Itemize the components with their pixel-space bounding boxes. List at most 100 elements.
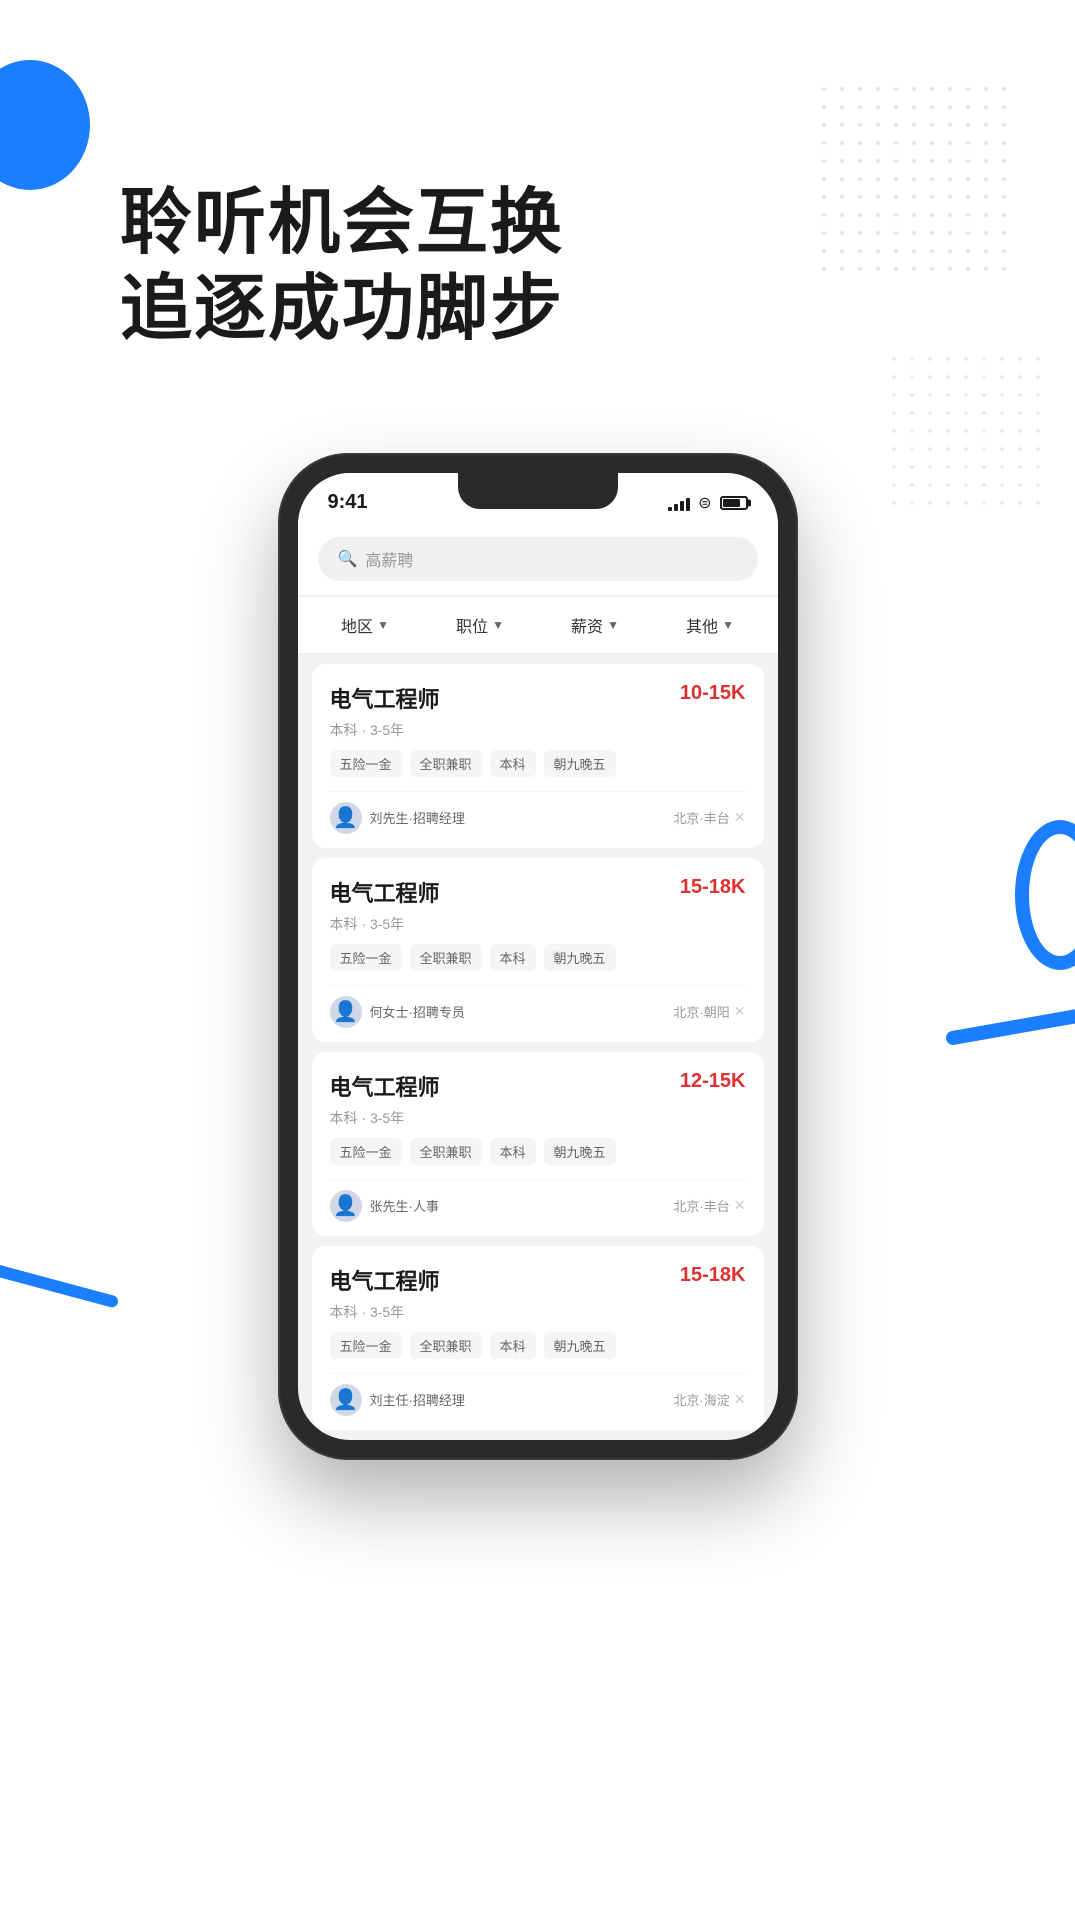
filter-region[interactable]: 地区 ▼ xyxy=(341,613,389,637)
search-bar[interactable]: 🔍 高薪聘 xyxy=(318,537,758,581)
tag-degree: 本科 xyxy=(490,750,536,777)
job-card-3-meta: 本科 · 3-5年 xyxy=(330,1108,746,1128)
job-card-2-salary: 15-18K xyxy=(680,876,746,899)
job-card-1-meta: 本科 · 3-5年 xyxy=(330,720,746,740)
tag-degree-4: 本科 xyxy=(490,1332,536,1359)
recruiter-avatar-2: 👤 xyxy=(330,996,362,1028)
close-icon-4[interactable]: ✕ xyxy=(734,1391,746,1408)
search-placeholder: 高薪聘 xyxy=(365,547,413,571)
job-card-3-title: 电气工程师 xyxy=(330,1070,440,1102)
tag-fulltime-3: 全职兼职 xyxy=(410,1138,482,1165)
filter-region-arrow: ▼ xyxy=(377,618,389,632)
battery-fill xyxy=(723,499,741,507)
job-card-3-recruiter: 👤 张先生·人事 xyxy=(330,1190,439,1222)
search-bar-area: 🔍 高薪聘 xyxy=(298,523,778,595)
tag-degree-2: 本科 xyxy=(490,944,536,971)
job-card-4-recruiter: 👤 刘主任·招聘经理 xyxy=(330,1384,465,1416)
filter-other[interactable]: 其他 ▼ xyxy=(686,613,734,637)
filter-position-arrow: ▼ xyxy=(492,618,504,632)
job-card-4-footer: 👤 刘主任·招聘经理 北京·海淀 ✕ xyxy=(330,1373,746,1416)
tag-insurance-4: 五险一金 xyxy=(330,1332,402,1359)
jobs-list: 电气工程师 10-15K 本科 · 3-5年 五险一金 全职兼职 本科 朝九晚五… xyxy=(298,654,778,1440)
recruiter-avatar-3: 👤 xyxy=(330,1190,362,1222)
job-card-1[interactable]: 电气工程师 10-15K 本科 · 3-5年 五险一金 全职兼职 本科 朝九晚五… xyxy=(312,664,764,848)
job-card-2-meta: 本科 · 3-5年 xyxy=(330,914,746,934)
job-card-2-header: 电气工程师 15-18K xyxy=(330,876,746,908)
tag-hours-2: 朝九晚五 xyxy=(544,944,616,971)
filter-bar: 地区 ▼ 职位 ▼ 薪资 ▼ 其他 ▼ xyxy=(298,597,778,654)
job-card-4-meta: 本科 · 3-5年 xyxy=(330,1302,746,1322)
avatar-figure-3: 👤 xyxy=(333,1193,358,1218)
status-icons: ⊜ xyxy=(668,493,747,513)
tag-hours: 朝九晚五 xyxy=(544,750,616,777)
avatar-figure-4: 👤 xyxy=(333,1387,358,1412)
job-card-3-footer: 👤 张先生·人事 北京·丰台 ✕ xyxy=(330,1179,746,1222)
tag-hours-3: 朝九晚五 xyxy=(544,1138,616,1165)
tag-hours-4: 朝九晚五 xyxy=(544,1332,616,1359)
filter-other-label: 其他 xyxy=(686,613,718,637)
search-icon: 🔍 xyxy=(338,549,358,569)
location-text-2: 北京·朝阳 xyxy=(673,1002,729,1021)
job-card-1-footer: 👤 刘先生·招聘经理 北京·丰台 ✕ xyxy=(330,791,746,834)
job-card-1-header: 电气工程师 10-15K xyxy=(330,682,746,714)
hero-title-line2: 追逐成功脚步 xyxy=(120,266,995,352)
battery-icon xyxy=(720,496,748,510)
recruiter-name-4: 刘主任·招聘经理 xyxy=(370,1390,465,1409)
job-card-3-location: 北京·丰台 ✕ xyxy=(673,1196,745,1215)
recruiter-avatar-1: 👤 xyxy=(330,802,362,834)
filter-salary-label: 薪资 xyxy=(571,613,603,637)
filter-region-label: 地区 xyxy=(341,613,373,637)
job-card-1-title: 电气工程师 xyxy=(330,682,440,714)
tag-fulltime-2: 全职兼职 xyxy=(410,944,482,971)
job-card-1-recruiter: 👤 刘先生·招聘经理 xyxy=(330,802,465,834)
phone-container: 9:41 ⊜ 🔍 高薪 xyxy=(0,453,1075,1460)
tag-insurance: 五险一金 xyxy=(330,750,402,777)
job-card-4-header: 电气工程师 15-18K xyxy=(330,1264,746,1296)
filter-position-label: 职位 xyxy=(456,613,488,637)
job-card-2-footer: 👤 何女士·招聘专员 北京·朝阳 ✕ xyxy=(330,985,746,1028)
job-card-1-tags: 五险一金 全职兼职 本科 朝九晚五 xyxy=(330,750,746,777)
location-text-3: 北京·丰台 xyxy=(673,1196,729,1215)
phone-frame: 9:41 ⊜ 🔍 高薪 xyxy=(278,453,798,1460)
filter-salary-arrow: ▼ xyxy=(607,618,619,632)
job-card-4-title: 电气工程师 xyxy=(330,1264,440,1296)
tag-fulltime-4: 全职兼职 xyxy=(410,1332,482,1359)
close-icon-3[interactable]: ✕ xyxy=(734,1197,746,1214)
job-card-2[interactable]: 电气工程师 15-18K 本科 · 3-5年 五险一金 全职兼职 本科 朝九晚五… xyxy=(312,858,764,1042)
tag-fulltime: 全职兼职 xyxy=(410,750,482,777)
location-text-1: 北京·丰台 xyxy=(673,808,729,827)
status-time: 9:41 xyxy=(328,491,368,514)
signal-bar-2 xyxy=(674,504,678,511)
recruiter-name-3: 张先生·人事 xyxy=(370,1196,439,1215)
job-card-3-header: 电气工程师 12-15K xyxy=(330,1070,746,1102)
filter-position[interactable]: 职位 ▼ xyxy=(456,613,504,637)
avatar-figure-1: 👤 xyxy=(333,805,358,830)
filter-other-arrow: ▼ xyxy=(722,618,734,632)
signal-bar-3 xyxy=(680,501,684,511)
filter-salary[interactable]: 薪资 ▼ xyxy=(571,613,619,637)
close-icon-1[interactable]: ✕ xyxy=(734,809,746,826)
job-card-4[interactable]: 电气工程师 15-18K 本科 · 3-5年 五险一金 全职兼职 本科 朝九晚五… xyxy=(312,1246,764,1430)
phone-inner: 9:41 ⊜ 🔍 高薪 xyxy=(298,473,778,1440)
hero-title: 聆听机会互换 追逐成功脚步 xyxy=(120,180,995,353)
phone-notch xyxy=(458,473,618,509)
tag-degree-3: 本科 xyxy=(490,1138,536,1165)
job-card-1-salary: 10-15K xyxy=(680,682,746,705)
recruiter-avatar-4: 👤 xyxy=(330,1384,362,1416)
hero-section: 聆听机会互换 追逐成功脚步 xyxy=(0,0,1075,413)
signal-bar-1 xyxy=(668,507,672,511)
job-card-1-location: 北京·丰台 ✕ xyxy=(673,808,745,827)
signal-bar-4 xyxy=(686,498,690,511)
job-card-4-location: 北京·海淀 ✕ xyxy=(673,1390,745,1409)
location-text-4: 北京·海淀 xyxy=(673,1390,729,1409)
tag-insurance-3: 五险一金 xyxy=(330,1138,402,1165)
avatar-figure-2: 👤 xyxy=(333,999,358,1024)
job-card-3[interactable]: 电气工程师 12-15K 本科 · 3-5年 五险一金 全职兼职 本科 朝九晚五… xyxy=(312,1052,764,1236)
job-card-3-salary: 12-15K xyxy=(680,1070,746,1093)
job-card-3-tags: 五险一金 全职兼职 本科 朝九晚五 xyxy=(330,1138,746,1165)
job-card-2-recruiter: 👤 何女士·招聘专员 xyxy=(330,996,465,1028)
close-icon-2[interactable]: ✕ xyxy=(734,1003,746,1020)
job-card-2-tags: 五险一金 全职兼职 本科 朝九晚五 xyxy=(330,944,746,971)
job-card-2-location: 北京·朝阳 ✕ xyxy=(673,1002,745,1021)
job-card-4-tags: 五险一金 全职兼职 本科 朝九晚五 xyxy=(330,1332,746,1359)
